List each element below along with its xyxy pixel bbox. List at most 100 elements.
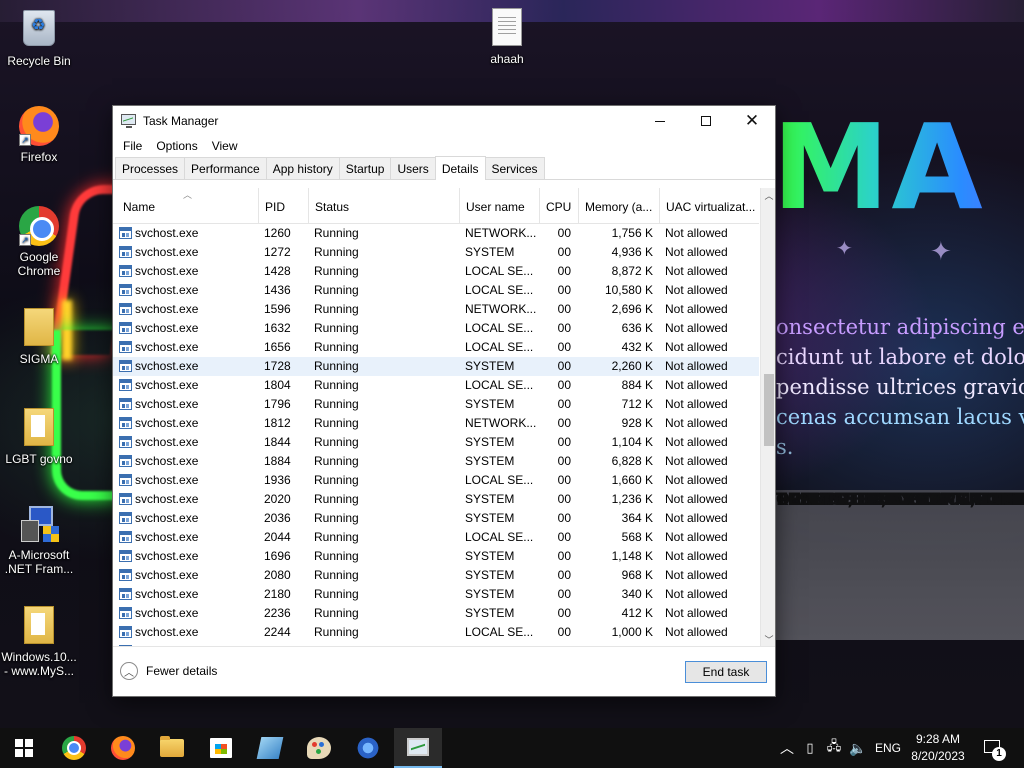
column-header-label: Status (315, 200, 350, 214)
table-row[interactable]: svchost.exe 2020 Running SYSTEM 00 1,236 K Not… (113, 490, 759, 509)
table-row[interactable]: svchost.exe 1804 Running LOCAL SE... 00 884 K… (113, 376, 759, 395)
table-row[interactable]: svchost.exe 1884 Running SYSTEM 00 6,828 K Not… (113, 452, 759, 471)
menu-options[interactable]: Options (149, 139, 204, 153)
desktop-icon-label: Windows.10... - www.MyS... (1, 650, 77, 678)
scrollbar-thumb[interactable] (764, 374, 774, 446)
volume-icon[interactable]: 🔈 (846, 740, 870, 757)
table-row[interactable]: svchost.exe 1632 Running LOCAL SE... 00 636 K… (113, 319, 759, 338)
tab-details[interactable]: Details (434, 156, 486, 180)
column-header-name[interactable]: ︿ Name (117, 188, 259, 224)
column-header-cpu[interactable]: CPU (540, 188, 579, 224)
network-icon[interactable]: 🖧 (822, 737, 846, 759)
taskbar-task-manager[interactable] (394, 728, 442, 768)
table-row[interactable]: svchost.exe 2036 Running SYSTEM 00 364 K Not a… (113, 509, 759, 528)
desktop-icon-google-chrome[interactable]: ↗ Google Chrome (1, 206, 77, 278)
table-row[interactable]: svchost.exe 1728 Running SYSTEM 00 2,260 K Not… (113, 357, 759, 376)
desktop-icon-lgbt-govno[interactable]: LGBT govno (1, 408, 77, 466)
taskbar-notepad[interactable] (246, 728, 294, 768)
process-memory: 4,936 K (611, 245, 653, 259)
table-row[interactable]: svchost.exe 2080 Running SYSTEM 00 968 K Not a… (113, 566, 759, 585)
table-row[interactable]: svchost.exe 2180 Running SYSTEM 00 340 K Not a… (113, 585, 759, 604)
table-row[interactable]: svchost.exe 1272 Running SYSTEM 00 4,936 K Not… (113, 243, 759, 262)
table-row[interactable]: svchost.exe 2244 Running LOCAL SE... 00 1,000… (113, 623, 759, 642)
desktop-icon-ahaah[interactable]: ahaah (469, 8, 545, 66)
table-row[interactable]: svchost.exe 1656 Running LOCAL SE... 00 432 K… (113, 338, 759, 357)
action-center-button[interactable]: 1 (982, 738, 1006, 761)
language-indicator[interactable]: ENG (870, 741, 906, 755)
tablet-icon[interactable]: ▯ (798, 740, 822, 756)
process-icon (119, 493, 132, 505)
menu-file[interactable]: File (116, 139, 149, 153)
taskbar-paint[interactable] (295, 728, 343, 768)
column-header-status[interactable]: Status (309, 188, 460, 224)
column-header-memory[interactable]: Memory (a... (579, 188, 660, 224)
process-memory: 412 K (621, 606, 653, 620)
tab-services[interactable]: Services (484, 157, 545, 179)
folder-icon (19, 308, 59, 348)
minimize-button[interactable] (637, 106, 683, 136)
start-button[interactable] (0, 728, 48, 768)
desktop-icon-windows10[interactable]: Windows.10... - www.MyS... (1, 606, 77, 678)
table-row[interactable]: svchost.exe 1844 Running SYSTEM 00 1,104 K Not… (113, 433, 759, 452)
title-bar[interactable]: Task Manager ✕ (113, 106, 775, 136)
table-row[interactable]: svchost.exe 1596 Running NETWORK... 00 2,696 … (113, 300, 759, 319)
table-row[interactable]: svchost.exe 1696 Running SYSTEM 00 1,148 K Not… (113, 547, 759, 566)
process-uac: Not allowed (665, 549, 728, 563)
table-row[interactable]: svchost.exe 2236 Running SYSTEM 00 412 K Not a… (113, 604, 759, 623)
wallpaper-lorem-line: cidunt ut labore et dolor (776, 345, 1024, 369)
tab-performance[interactable]: Performance (184, 157, 267, 179)
column-header-uac[interactable]: UAC virtualizat... (660, 188, 759, 224)
desktop-icon-sigma[interactable]: SIGMA (1, 308, 77, 366)
window-title: Task Manager (143, 114, 219, 128)
process-status: Running (314, 473, 359, 487)
table-row[interactable]: svchost.exe 1936 Running LOCAL SE... 00 1,660… (113, 471, 759, 490)
desktop-icon-label: A-Microsoft .NET Fram... (4, 548, 74, 576)
tab-app-history[interactable]: App history (265, 157, 340, 179)
taskbar-chrome[interactable] (50, 728, 98, 768)
table-row[interactable]: svchost.exe 2044 Running LOCAL SE... 00 568 K… (113, 528, 759, 547)
tab-users[interactable]: Users (390, 157, 436, 179)
process-cpu: 00 (557, 245, 571, 259)
close-button[interactable]: ✕ (729, 106, 775, 136)
desktop-icon-label: LGBT govno (5, 452, 73, 466)
desktop-icon-recycle-bin[interactable]: Recycle Bin (1, 8, 77, 68)
process-memory: 340 K (621, 587, 653, 601)
chevron-up-icon[interactable]: ︿ (776, 738, 798, 758)
fewer-details-button[interactable]: ︿ Fewer details (120, 662, 217, 680)
scroll-up-icon[interactable]: ︿ (761, 188, 775, 204)
details-table: ︿ Name PID Status User name CPU Memory (… (113, 188, 775, 648)
tab-processes[interactable]: Processes (115, 157, 186, 179)
process-icon (119, 341, 132, 353)
column-header-pid[interactable]: PID (259, 188, 309, 224)
desktop-icon-firefox[interactable]: ↗ Firefox (1, 106, 77, 164)
table-row[interactable]: svchost.exe 1436 Running LOCAL SE... 00 10,58… (113, 281, 759, 300)
table-row[interactable]: svchost.exe 1796 Running SYSTEM 00 712 K Not a… (113, 395, 759, 414)
process-cpu: 00 (557, 625, 571, 639)
process-uac: Not allowed (665, 435, 728, 449)
table-row[interactable]: svchost.exe 1260 Running NETWORK... 00 1,756 … (113, 224, 759, 243)
taskbar-app[interactable] (344, 728, 392, 768)
vertical-scrollbar[interactable]: ︿ ﹀ (760, 188, 775, 648)
process-name: svchost.exe (135, 264, 199, 278)
process-memory: 884 K (621, 378, 653, 392)
wallpaper-big-text: MA (772, 112, 1024, 222)
taskbar-firefox[interactable] (99, 728, 147, 768)
column-header-user-name[interactable]: User name (460, 188, 540, 224)
wallpaper-lorem-line: onsectetur adipiscing e (776, 315, 1024, 339)
wallpaper-lorem-line: s. (776, 435, 794, 459)
maximize-button[interactable] (683, 106, 729, 136)
tab-startup[interactable]: Startup (338, 157, 392, 179)
process-memory: 568 K (621, 530, 653, 544)
taskbar-store[interactable] (197, 728, 245, 768)
clock[interactable]: 9:28 AM 8/20/2023 (908, 731, 968, 765)
table-row[interactable]: svchost.exe 1428 Running LOCAL SE... 00 8,872… (113, 262, 759, 281)
process-uac: Not allowed (665, 264, 728, 278)
desktop-icon-dotnet-installer[interactable]: A-Microsoft .NET Fram... (1, 504, 77, 576)
menu-view[interactable]: View (205, 139, 245, 153)
wallpaper-copyright-line: PERMITTED BY COPYRIGHT LAW (776, 490, 1024, 509)
process-cpu: 00 (557, 302, 571, 316)
table-row[interactable]: svchost.exe 1812 Running NETWORK... 00 928 K N… (113, 414, 759, 433)
end-task-button[interactable]: End task (685, 661, 767, 683)
taskbar-file-explorer[interactable] (148, 728, 196, 768)
desktop-icon-label: Firefox (20, 150, 58, 164)
